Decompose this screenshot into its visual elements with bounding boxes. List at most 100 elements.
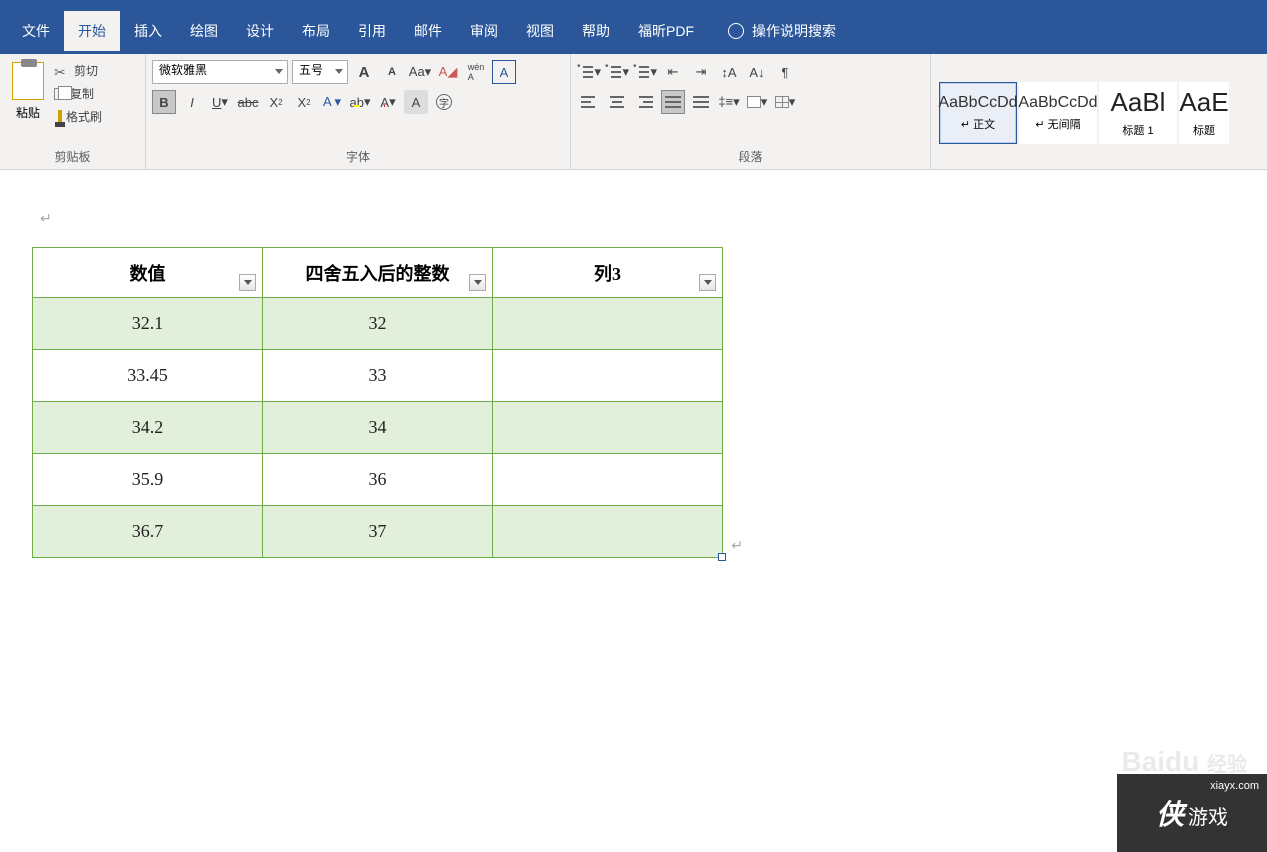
tab-draw[interactable]: 绘图	[176, 11, 232, 51]
tell-me-search[interactable]: 操作说明搜索	[728, 21, 836, 41]
table-row[interactable]: 35.936	[33, 454, 723, 506]
char-border-button[interactable]: A	[492, 60, 516, 84]
paste-button[interactable]: 粘贴	[6, 58, 50, 125]
brush-icon	[58, 110, 62, 124]
subscript-button[interactable]: X2	[264, 90, 288, 114]
cell[interactable]	[493, 506, 723, 558]
clear-format-button[interactable]: A◢	[436, 60, 460, 84]
tab-file[interactable]: 文件	[8, 11, 64, 51]
title-bar	[0, 0, 1267, 8]
cell[interactable]: 36.7	[33, 506, 263, 558]
style-preview: AaBbCcDd	[1018, 94, 1097, 112]
tab-references[interactable]: 引用	[344, 11, 400, 51]
multilevel-button[interactable]: ▾	[633, 60, 657, 84]
text-direction-button[interactable]: ↕A	[717, 60, 741, 84]
cell[interactable]	[493, 454, 723, 506]
tab-foxit[interactable]: 福昕PDF	[624, 11, 708, 51]
line-spacing-button[interactable]: ‡≡▾	[717, 90, 741, 114]
filter-button[interactable]	[469, 274, 486, 291]
superscript-button[interactable]: X2	[292, 90, 316, 114]
tab-insert[interactable]: 插入	[120, 11, 176, 51]
font-size-select[interactable]: 五号	[292, 60, 348, 84]
cell[interactable]	[493, 298, 723, 350]
col-header-col3[interactable]: 列3	[493, 248, 723, 298]
change-case-button[interactable]: Aa▾	[408, 60, 432, 84]
grow-font-button[interactable]: A	[352, 60, 376, 84]
style-heading1[interactable]: AaBl 标题 1	[1099, 82, 1177, 144]
font-name-select[interactable]: 微软雅黑	[152, 60, 288, 84]
align-center-icon	[609, 95, 625, 109]
col-header-value[interactable]: 数值	[33, 248, 263, 298]
cell[interactable]: 33	[263, 350, 493, 402]
indent-increase-button[interactable]: ⇥	[689, 60, 713, 84]
col-header-rounded[interactable]: 四舍五入后的整数	[263, 248, 493, 298]
filter-button[interactable]	[239, 274, 256, 291]
font-color-button[interactable]: A▾	[376, 90, 400, 114]
format-painter-button[interactable]: 格式刷	[54, 108, 102, 125]
char-shading-button[interactable]: A	[404, 90, 428, 114]
sort-button[interactable]: A↓	[745, 60, 769, 84]
style-nospacing[interactable]: AaBbCcDd ↵ 无间隔	[1019, 82, 1097, 144]
strikethrough-button[interactable]: abc	[236, 90, 260, 114]
align-distribute-button[interactable]	[689, 90, 713, 114]
underline-button[interactable]: U ▾	[208, 90, 232, 114]
tab-view[interactable]: 视图	[512, 11, 568, 51]
tell-me-label: 操作说明搜索	[752, 21, 836, 41]
data-table[interactable]: 数值 四舍五入后的整数 列3 32.132 33.4533 34.234 35.…	[32, 247, 723, 558]
text-effects-button[interactable]: A ▾	[320, 90, 344, 114]
cell[interactable]: 37	[263, 506, 493, 558]
tab-help[interactable]: 帮助	[568, 11, 624, 51]
tab-design[interactable]: 设计	[232, 11, 288, 51]
cell[interactable]	[493, 402, 723, 454]
align-right-button[interactable]	[633, 90, 657, 114]
bold-button[interactable]: B	[152, 90, 176, 114]
cell[interactable]: 32	[263, 298, 493, 350]
enclose-char-button[interactable]: 字	[432, 90, 456, 114]
highlight-icon: ab	[350, 95, 364, 110]
ribbon: 粘贴 ✂剪切 复制 格式刷 剪贴板 微软雅黑 五号 A A Aa▾ A◢ wén…	[0, 54, 1267, 170]
cell[interactable]: 33.45	[33, 350, 263, 402]
enclose-icon: 字	[436, 94, 452, 110]
align-left-button[interactable]	[577, 90, 601, 114]
style-heading2[interactable]: AaE 标题	[1179, 82, 1229, 144]
phonetic-guide-button[interactable]: wénA	[464, 60, 488, 84]
bullets-button[interactable]: ▾	[577, 60, 601, 84]
show-marks-button[interactable]: ¶	[773, 60, 797, 84]
shading-button[interactable]: ▾	[745, 90, 769, 114]
group-styles: AaBbCcDd ↵ 正文 AaBbCcDd ↵ 无间隔 AaBl 标题 1 A…	[931, 54, 1267, 169]
italic-button[interactable]: I	[180, 90, 204, 114]
align-justify-button[interactable]	[661, 90, 685, 114]
cell[interactable]: 34	[263, 402, 493, 454]
table-row[interactable]: 34.234	[33, 402, 723, 454]
table-row[interactable]: 36.737	[33, 506, 723, 558]
tab-review[interactable]: 审阅	[456, 11, 512, 51]
copy-icon	[54, 88, 66, 100]
copy-button[interactable]: 复制	[54, 85, 102, 102]
cell[interactable]: 36	[263, 454, 493, 506]
document-area[interactable]: ↵ 数值 四舍五入后的整数 列3 32.132 33.4533 34.234 3…	[0, 170, 1267, 852]
style-normal[interactable]: AaBbCcDd ↵ 正文	[939, 82, 1017, 144]
align-center-button[interactable]	[605, 90, 629, 114]
tab-layout[interactable]: 布局	[288, 11, 344, 51]
cell[interactable]: 32.1	[33, 298, 263, 350]
cell[interactable]	[493, 350, 723, 402]
shrink-font-button[interactable]: A	[380, 60, 404, 84]
group-label-clipboard: 剪贴板	[6, 144, 139, 167]
borders-button[interactable]: ▾	[773, 90, 797, 114]
table-row[interactable]: 32.132	[33, 298, 723, 350]
numbering-icon	[605, 65, 622, 79]
tab-home[interactable]: 开始	[64, 11, 120, 51]
group-label-paragraph: 段落	[577, 144, 924, 167]
table-row[interactable]: 33.4533	[33, 350, 723, 402]
numbering-button[interactable]: ▾	[605, 60, 629, 84]
tab-mail[interactable]: 邮件	[400, 11, 456, 51]
indent-decrease-button[interactable]: ⇤	[661, 60, 685, 84]
cell[interactable]: 35.9	[33, 454, 263, 506]
table-resize-handle[interactable]	[718, 553, 726, 561]
filter-button[interactable]	[699, 274, 716, 291]
font-color-icon: A	[380, 95, 389, 110]
highlight-button[interactable]: ab▾	[348, 90, 372, 114]
cut-button[interactable]: ✂剪切	[54, 62, 102, 79]
style-name: ↵ 正文	[961, 116, 995, 132]
cell[interactable]: 34.2	[33, 402, 263, 454]
